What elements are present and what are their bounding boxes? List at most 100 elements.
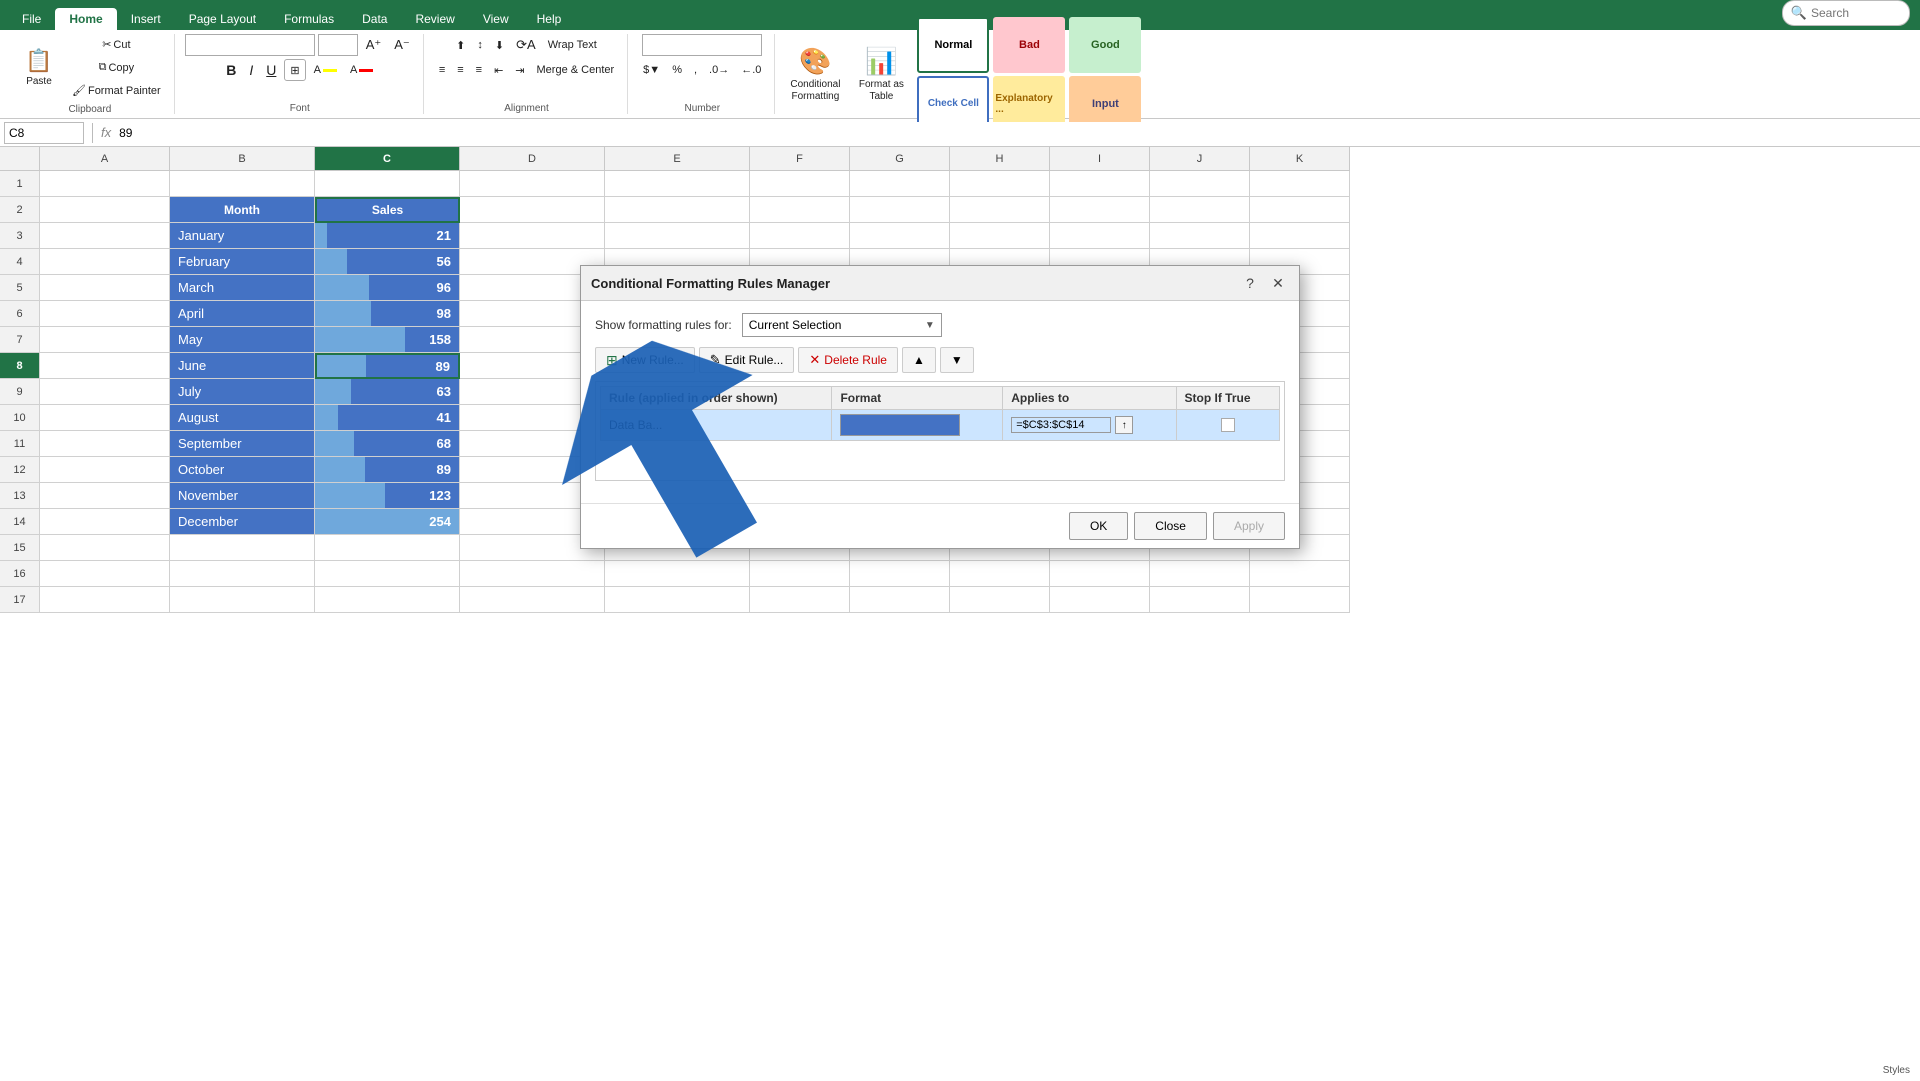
cell-b6-month[interactable]: April (170, 301, 315, 327)
cell-D17[interactable] (460, 587, 605, 613)
cell-c5-sales[interactable]: 96 (315, 275, 460, 301)
delete-rule-button[interactable]: ✕ Delete Rule (798, 347, 898, 373)
underline-button[interactable]: U (261, 59, 281, 81)
wrap-text-button[interactable]: Wrap Text (543, 34, 602, 56)
cell-I1[interactable] (1050, 171, 1150, 197)
cell-F16[interactable] (750, 561, 850, 587)
cell-E2[interactable] (605, 197, 750, 223)
cell-D16[interactable] (460, 561, 605, 587)
cell-a2[interactable] (40, 197, 170, 223)
tab-file[interactable]: File (8, 8, 55, 30)
cell-K1[interactable] (1250, 171, 1350, 197)
apply-button[interactable]: Apply (1213, 512, 1285, 540)
decrease-decimal-button[interactable]: ←.0 (736, 59, 766, 81)
copy-button[interactable]: ⧉ Copy (67, 57, 166, 79)
cell-c10-sales[interactable]: 41 (315, 405, 460, 431)
cell-b7-month[interactable]: May (170, 327, 315, 353)
formula-input[interactable] (115, 122, 1916, 144)
cell-C17[interactable] (315, 587, 460, 613)
indent-increase-button[interactable]: ⇥ (510, 59, 529, 81)
conditional-formatting-button[interactable]: 🎨 Conditional Formatting (785, 44, 845, 104)
tab-review[interactable]: Review (401, 8, 468, 30)
cell-c9-sales[interactable]: 63 (315, 379, 460, 405)
cell-G17[interactable] (850, 587, 950, 613)
cell-c14-sales[interactable]: 254 (315, 509, 460, 535)
cell-a3[interactable] (40, 223, 170, 249)
tab-home[interactable]: Home (55, 8, 116, 30)
cell-E17[interactable] (605, 587, 750, 613)
cell-I17[interactable] (1050, 587, 1150, 613)
cut-button[interactable]: ✂ Cut (67, 34, 166, 56)
align-center-button[interactable]: ≡ (452, 59, 468, 81)
fill-color-button[interactable]: A (309, 59, 342, 81)
cell-I16[interactable] (1050, 561, 1150, 587)
font-name-selector[interactable]: Franklin Gothic Me ▼ (185, 34, 315, 56)
cell-H17[interactable] (950, 587, 1050, 613)
cell-K17[interactable] (1250, 587, 1350, 613)
tab-help[interactable]: Help (523, 8, 576, 30)
move-down-button[interactable]: ▼ (940, 347, 974, 373)
rule-row-1[interactable]: Data Ba... =$C$3:$C$14 ↑ (601, 410, 1280, 441)
cell-G16[interactable] (850, 561, 950, 587)
cell-a5[interactable] (40, 275, 170, 301)
cell-K3[interactable] (1250, 223, 1350, 249)
cell-a15[interactable] (40, 535, 170, 561)
new-rule-button[interactable]: ⊞ New Rule... (595, 347, 695, 373)
close-dialog-button[interactable]: Close (1134, 512, 1207, 540)
align-left-button[interactable]: ≡ (434, 59, 450, 81)
cell-b5-month[interactable]: March (170, 275, 315, 301)
style-normal[interactable]: Normal (917, 17, 989, 73)
style-good[interactable]: Good (1069, 17, 1141, 73)
collapse-ref-button[interactable]: ↑ (1115, 416, 1133, 434)
cell-a11[interactable] (40, 431, 170, 457)
currency-button[interactable]: $▼ (638, 59, 665, 81)
cell-J16[interactable] (1150, 561, 1250, 587)
move-up-button[interactable]: ▲ (902, 347, 936, 373)
cell-a4[interactable] (40, 249, 170, 275)
cell-D3[interactable] (460, 223, 605, 249)
rules-scope-dropdown[interactable]: Current Selection ▼ (742, 313, 942, 337)
format-as-table-button[interactable]: 📊 Format as Table (851, 44, 911, 104)
cell-B17[interactable] (170, 587, 315, 613)
increase-decimal-button[interactable]: .0→ (704, 59, 734, 81)
style-bad[interactable]: Bad (993, 17, 1065, 73)
cell-G2[interactable] (850, 197, 950, 223)
cell-b10-month[interactable]: August (170, 405, 315, 431)
tab-formulas[interactable]: Formulas (270, 8, 348, 30)
col-header-k[interactable]: K (1250, 147, 1350, 171)
font-color-button[interactable]: A (345, 59, 378, 81)
cell-a8[interactable] (40, 353, 170, 379)
cell-c11-sales[interactable]: 68 (315, 431, 460, 457)
cell-c4-sales[interactable]: 56 (315, 249, 460, 275)
col-header-j[interactable]: J (1150, 147, 1250, 171)
cell-b3-month[interactable]: January (170, 223, 315, 249)
cell-K16[interactable] (1250, 561, 1350, 587)
cell-B1[interactable] (170, 171, 315, 197)
align-middle-button[interactable]: ↕ (472, 34, 488, 56)
increase-font-button[interactable]: A⁺ (361, 34, 387, 56)
ref-box[interactable]: =$C$3:$C$14 (1011, 417, 1111, 433)
cell-c7-sales[interactable]: 158 (315, 327, 460, 353)
tab-insert[interactable]: Insert (117, 8, 175, 30)
cell-c3-sales[interactable]: 21 (315, 223, 460, 249)
italic-button[interactable]: I (244, 59, 258, 81)
cell-a6[interactable] (40, 301, 170, 327)
cell-G1[interactable] (850, 171, 950, 197)
cell-c6-sales[interactable]: 98 (315, 301, 460, 327)
col-header-h[interactable]: H (950, 147, 1050, 171)
col-header-i[interactable]: I (1050, 147, 1150, 171)
stop-if-true-checkbox[interactable] (1221, 418, 1235, 432)
cell-c8-sales[interactable]: 89 (315, 353, 460, 379)
border-button[interactable]: ⊞ (284, 59, 305, 81)
tab-data[interactable]: Data (348, 8, 401, 30)
cell-F1[interactable] (750, 171, 850, 197)
cell-C16[interactable] (315, 561, 460, 587)
cell-C15[interactable] (315, 535, 460, 561)
cell-b8-month[interactable]: June (170, 353, 315, 379)
cell-a7[interactable] (40, 327, 170, 353)
cell-J2[interactable] (1150, 197, 1250, 223)
cell-a14[interactable] (40, 509, 170, 535)
tab-view[interactable]: View (469, 8, 523, 30)
cell-H1[interactable] (950, 171, 1050, 197)
cell-c2-sales-header[interactable]: Sales (315, 197, 460, 223)
